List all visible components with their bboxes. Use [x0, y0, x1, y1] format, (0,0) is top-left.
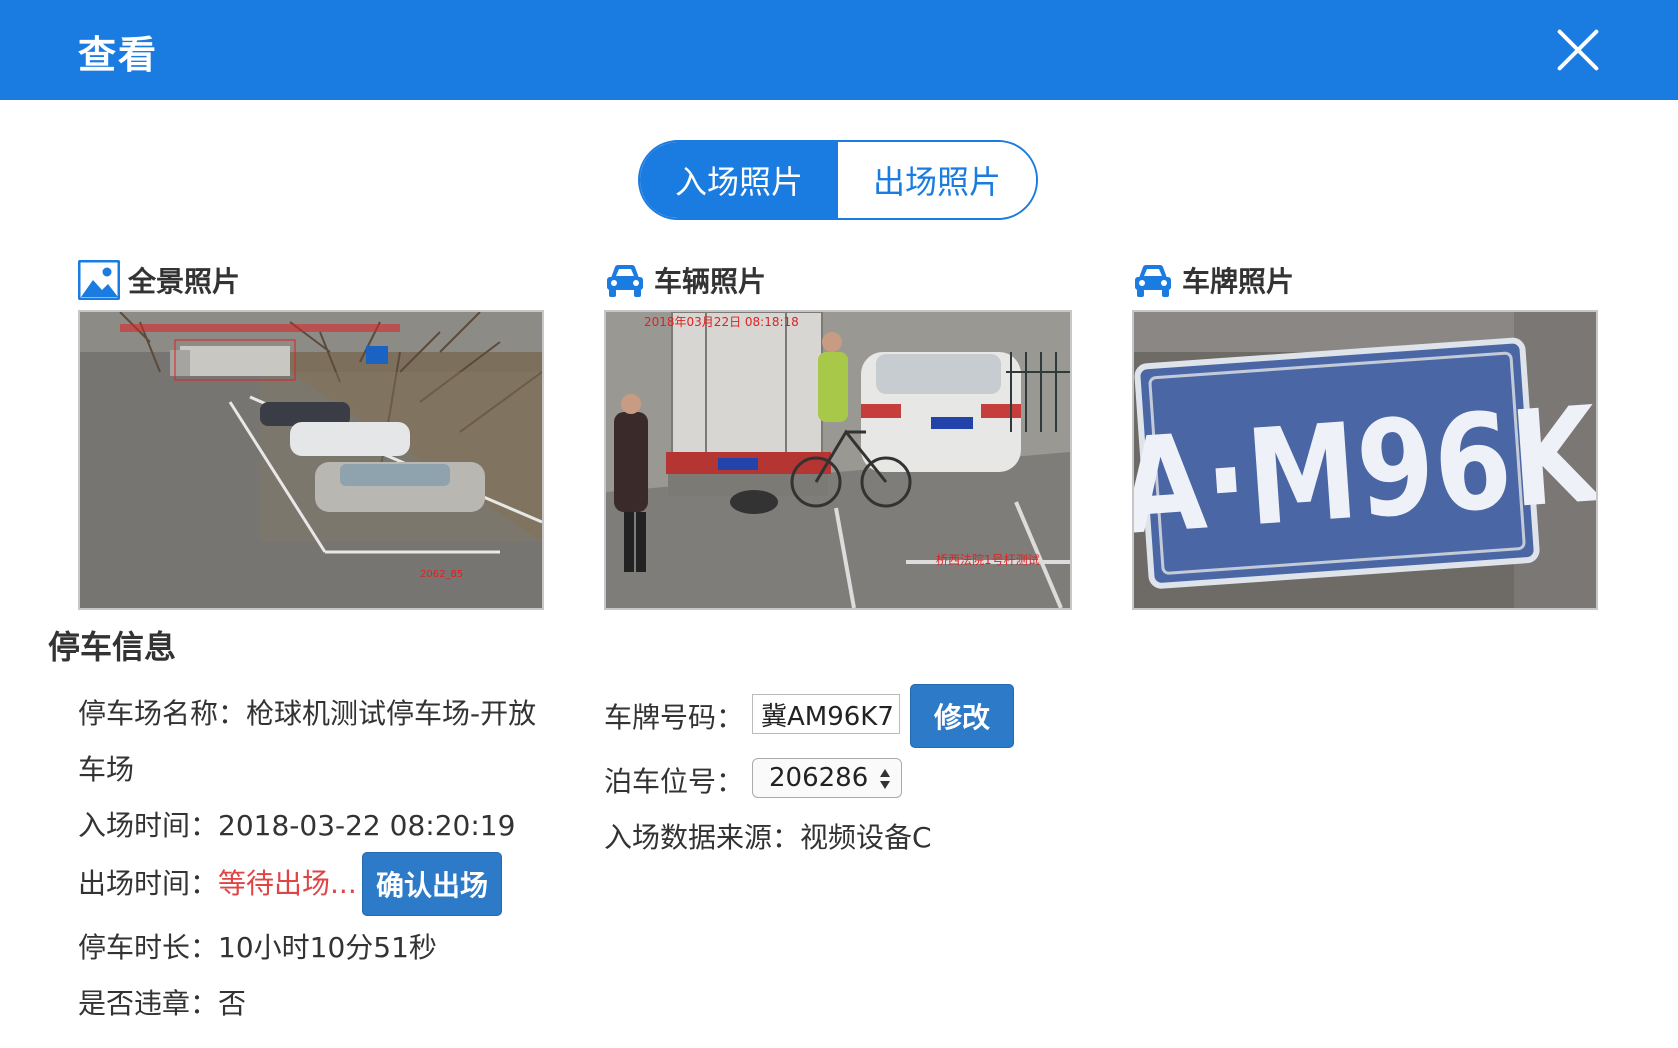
violation-label: 是否违章：: [78, 987, 219, 1020]
close-icon[interactable]: [1554, 26, 1602, 74]
dialog-title: 查看: [78, 33, 159, 77]
car-icon: [1135, 265, 1171, 297]
duration-value: 10小时10分51秒: [218, 931, 437, 964]
violation-value: 否: [218, 987, 247, 1020]
duration-row: 停车时长：10小时10分51秒: [78, 926, 437, 966]
lot-name-value-cont: 车场: [78, 753, 135, 786]
panorama-overlay-text: 2062_85: [420, 569, 463, 580]
vehicle-overlay-location: 桥西法院1号杆测试: [936, 552, 1040, 567]
plate-photo[interactable]: 冀A·M96K7: [1132, 310, 1598, 610]
vehicle-photo-image: 2018年03月22日 08:18:18 桥西法院1号杆测试: [606, 312, 1070, 608]
panorama-photo[interactable]: 2062_85: [78, 310, 544, 610]
panorama-photo-image: 2062_85: [80, 312, 542, 608]
lot-name-label: 停车场名称：: [78, 697, 247, 730]
entry-time-row: 入场时间：2018-03-22 08:20:19: [78, 804, 515, 844]
parking-info-title: 停车信息: [48, 628, 177, 666]
select-arrows-icon: [880, 769, 890, 789]
photo-tabs: 入场照片 出场照片: [638, 140, 1038, 220]
tab-entry-photo[interactable]: 入场照片: [640, 142, 838, 218]
edit-plate-button[interactable]: 修改: [910, 684, 1014, 748]
exit-time-label: 出场时间：: [78, 867, 219, 900]
plate-number-label: 车牌号码：: [604, 701, 745, 734]
plate-photo-label-text: 车牌照片: [1182, 265, 1295, 298]
data-source-value: 视频设备C: [800, 821, 932, 854]
exit-time-value: 等待出场...: [218, 867, 357, 900]
parking-space-select[interactable]: 206286: [752, 758, 902, 798]
data-source-row: 入场数据来源：视频设备C: [604, 816, 932, 856]
plate-number-input[interactable]: 冀AM96K7: [752, 694, 900, 734]
vehicle-photo-label: 车辆照片: [604, 258, 766, 302]
image-icon: [78, 260, 120, 300]
parking-space-value: 206286: [769, 763, 869, 793]
plate-photo-image: 冀A·M96K7: [1134, 312, 1596, 608]
entry-time-value: 2018-03-22 08:20:19: [218, 809, 516, 842]
entry-time-label: 入场时间：: [78, 809, 219, 842]
lot-name-row: 停车场名称：枪球机测试停车场-开放: [78, 692, 536, 732]
panorama-photo-label-text: 全景照片: [128, 265, 241, 298]
dialog-header: 查看: [0, 0, 1678, 100]
panorama-photo-label: 全景照片: [78, 258, 240, 302]
vehicle-overlay-timestamp: 2018年03月22日 08:18:18: [644, 315, 799, 329]
data-source-label: 入场数据来源：: [604, 821, 801, 854]
car-icon: [607, 265, 643, 297]
lot-name-value: 枪球机测试停车场-开放: [246, 697, 537, 730]
lot-name-row-cont: 车场: [78, 748, 134, 788]
confirm-exit-button[interactable]: 确认出场: [362, 852, 502, 916]
plate-photo-label: 车牌照片: [1132, 258, 1294, 302]
vehicle-photo[interactable]: 2018年03月22日 08:18:18 桥西法院1号杆测试: [604, 310, 1072, 610]
tab-exit-photo[interactable]: 出场照片: [838, 142, 1036, 218]
duration-label: 停车时长：: [78, 931, 219, 964]
violation-row: 是否违章：否: [78, 982, 246, 1022]
vehicle-photo-label-text: 车辆照片: [654, 265, 767, 298]
parking-space-label: 泊车位号：: [604, 765, 745, 798]
exit-time-row: 出场时间：等待出场...: [78, 862, 357, 902]
